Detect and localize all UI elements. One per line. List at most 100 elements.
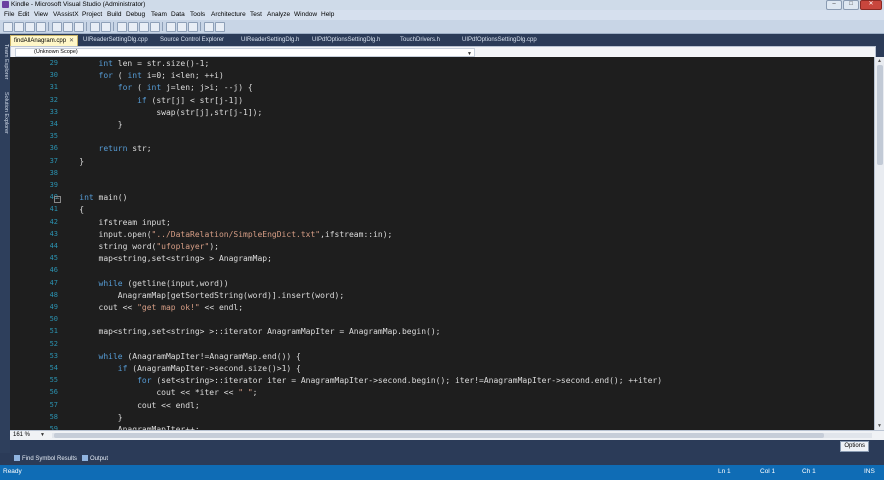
code-line[interactable]: string word("ufoplayer");: [60, 242, 219, 252]
menu-vassistx[interactable]: VAssistX: [53, 11, 79, 18]
zoom-level[interactable]: 161 %: [13, 432, 30, 438]
scope-label: (Unknown Scope): [34, 49, 78, 55]
options-button[interactable]: Options: [840, 441, 869, 452]
code-line[interactable]: if (AnagramMapIter->second.size()>1) {: [60, 364, 301, 374]
tab-touchdrivers-h[interactable]: TouchDrivers.h: [397, 35, 443, 46]
toolbar-separator: [162, 22, 163, 31]
menu-help[interactable]: Help: [321, 11, 334, 18]
find-symbol-icon: [14, 455, 20, 461]
menu-edit[interactable]: Edit: [18, 11, 29, 18]
menu-architecture[interactable]: Architecture: [211, 11, 246, 18]
restart-icon[interactable]: [150, 22, 160, 32]
save-all-icon[interactable]: [36, 22, 46, 32]
code-line[interactable]: int len = str.size()-1;: [60, 59, 210, 69]
menu-view[interactable]: View: [34, 11, 48, 18]
team-explorer-tab[interactable]: Team Explorer: [1, 44, 9, 79]
code-area[interactable]: int len = str.size()-1; for ( int i=0; i…: [60, 57, 874, 430]
line-number: 39: [49, 181, 58, 189]
code-line[interactable]: AnagramMap[getSortedString(word)].insert…: [60, 291, 344, 301]
code-line[interactable]: return str;: [60, 144, 152, 154]
code-line[interactable]: while (getline(input,word)): [60, 279, 229, 289]
maximize-button[interactable]: □: [843, 0, 859, 10]
code-line[interactable]: for ( int i=0; i<len; ++i): [60, 71, 224, 81]
minimize-button[interactable]: –: [826, 0, 842, 10]
code-editor[interactable]: 29 30 31 32 33 34 35 36 37 38 39 40 41 42 43 44 45 46 47 48…: [10, 57, 874, 430]
redo-icon[interactable]: [101, 22, 111, 32]
menu-analyze[interactable]: Analyze: [267, 11, 290, 18]
code-line[interactable]: swap(str[j],str[j-1]);: [60, 108, 262, 118]
menu-data[interactable]: Data: [171, 11, 185, 18]
open-file-icon[interactable]: [14, 22, 24, 32]
copy-icon[interactable]: [63, 22, 73, 32]
code-line[interactable]: ifstream input;: [60, 218, 171, 228]
code-token: ifstream input;: [60, 217, 171, 227]
code-token: );: [209, 242, 219, 251]
code-line[interactable]: input.open("../DataRelation/SimpleEngDic…: [60, 230, 393, 240]
step-over-icon[interactable]: [177, 22, 187, 32]
cut-icon[interactable]: [52, 22, 62, 32]
step-into-icon[interactable]: [166, 22, 176, 32]
new-project-icon[interactable]: [3, 22, 13, 32]
paste-icon[interactable]: [74, 22, 84, 32]
comment-icon[interactable]: [204, 22, 214, 32]
menu-window[interactable]: Window: [294, 11, 317, 18]
code-line[interactable]: for (set<string>::iterator iter = Anagra…: [60, 376, 662, 386]
stop-icon[interactable]: [139, 22, 149, 32]
close-button[interactable]: ✕: [860, 0, 882, 10]
line-number: 36: [49, 144, 58, 153]
tab-find-symbol-results[interactable]: Find Symbol Results: [14, 455, 77, 462]
code-token: map<string,set<string> > AnagramMap;: [60, 254, 272, 264]
code-line[interactable]: cout << endl;: [60, 401, 200, 411]
code-token: main(): [93, 193, 128, 203]
scrollbar-thumb[interactable]: [877, 65, 883, 165]
side-tool-panel: Team Explorer Solution Explorer: [0, 34, 10, 464]
undo-icon[interactable]: [90, 22, 100, 32]
start-debugging-icon[interactable]: [117, 22, 127, 32]
tab-output[interactable]: Output: [82, 455, 108, 462]
code-token: (: [132, 83, 147, 93]
tab-uireadersettingdlg-h[interactable]: UIReaderSettingDlg.h: [238, 35, 302, 46]
zoom-dropdown-icon[interactable]: ▼: [40, 432, 45, 438]
solution-explorer-tab[interactable]: Solution Explorer: [1, 92, 9, 134]
collapse-region-icon[interactable]: −: [54, 196, 61, 204]
code-line[interactable]: cout << *iter << " ";: [60, 388, 257, 398]
code-line[interactable]: int main(): [60, 193, 127, 203]
code-line[interactable]: {: [60, 205, 84, 215]
code-token: cout << endl;: [60, 400, 200, 410]
pause-icon[interactable]: [128, 22, 138, 32]
code-line[interactable]: map<string,set<string> > AnagramMap;: [60, 254, 272, 264]
menu-tools[interactable]: Tools: [190, 11, 205, 18]
step-out-icon[interactable]: [188, 22, 198, 32]
scope-dropdown[interactable]: (Unknown Scope) ▼: [15, 48, 475, 57]
tab-uireadersettingdlg-cpp[interactable]: UIReaderSettingDlg.cpp: [80, 35, 151, 46]
menu-team[interactable]: Team: [151, 11, 167, 18]
menu-project[interactable]: Project: [82, 11, 102, 18]
tab-uipdfoptionssettingdlg-h[interactable]: UIPdfOptionsSettingDlg.h: [309, 35, 383, 46]
menu-test[interactable]: Test: [250, 11, 262, 18]
save-icon[interactable]: [25, 22, 35, 32]
code-line[interactable]: }: [60, 413, 123, 423]
code-line[interactable]: cout << "get map ok!" << endl;: [60, 303, 244, 313]
code-line[interactable]: }: [60, 157, 84, 167]
code-line[interactable]: map<string,set<string> >::iterator Anagr…: [60, 327, 441, 337]
menu-debug[interactable]: Debug: [126, 11, 145, 18]
menu-build[interactable]: Build: [107, 11, 121, 18]
code-line[interactable]: for ( int j=len; j>i; --j) {: [60, 83, 253, 93]
tab-source-control-explorer[interactable]: Source Control Explorer: [157, 35, 227, 46]
code-line[interactable]: if (str[j] < str[j-1]): [60, 96, 243, 106]
uncomment-icon[interactable]: [215, 22, 225, 32]
scroll-down-icon[interactable]: ▼: [877, 423, 882, 429]
tab-label: Output: [90, 456, 109, 462]
vertical-scrollbar[interactable]: ▲ ▼: [874, 57, 884, 430]
close-tab-icon[interactable]: ✕: [69, 38, 74, 44]
code-line[interactable]: }: [60, 120, 123, 130]
menu-file[interactable]: File: [4, 11, 14, 18]
line-number: 32: [49, 95, 58, 104]
horizontal-scrollbar-thumb[interactable]: [54, 433, 824, 438]
line-number: 30: [49, 71, 58, 80]
tab-uipdfoptionssettingdlg-cpp[interactable]: UIPdfOptionsSettingDlg.cpp: [459, 35, 540, 46]
scroll-up-icon[interactable]: ▲: [877, 58, 882, 64]
code-line[interactable]: while (AnagramMapIter!=AnagramMap.end())…: [60, 352, 301, 362]
